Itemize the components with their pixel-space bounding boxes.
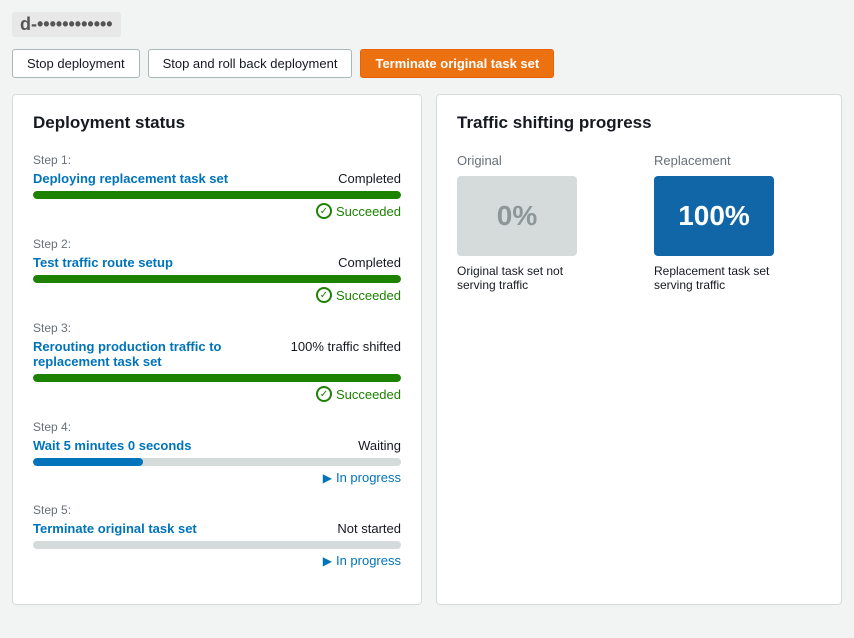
step-2-label: Step 2:: [33, 237, 401, 251]
step-2-check-icon: ✓: [316, 287, 332, 303]
step-5-result: ▶ In progress: [33, 553, 401, 568]
step-5-result-label: In progress: [336, 553, 401, 568]
original-panel-label: Original: [457, 153, 624, 168]
step-3-check-icon: ✓: [316, 386, 332, 402]
step-4-name: Wait 5 minutes 0 seconds: [33, 438, 191, 453]
step-3-block: Step 3: Rerouting production traffic to …: [33, 321, 401, 402]
step-2-progress-bar: [33, 275, 401, 283]
step-3-status: 100% traffic shifted: [291, 339, 401, 354]
step-1-result: ✓ Succeeded: [33, 203, 401, 219]
step-5-block: Step 5: Terminate original task set Not …: [33, 503, 401, 568]
traffic-panels: Original 0% Original task set not servin…: [457, 153, 821, 292]
original-traffic-box: 0%: [457, 176, 577, 256]
traffic-shifting-card: Traffic shifting progress Original 0% Or…: [436, 94, 842, 605]
step-5-name: Terminate original task set: [33, 521, 197, 536]
original-desc: Original task set not serving traffic: [457, 264, 587, 292]
page-title: d-••••••••••••: [12, 12, 121, 37]
step-3-label: Step 3:: [33, 321, 401, 335]
step-3-progress-bar: [33, 374, 401, 382]
replacement-desc: Replacement task set serving traffic: [654, 264, 784, 292]
terminate-task-set-button[interactable]: Terminate original task set: [360, 49, 554, 78]
original-pct: 0%: [497, 200, 537, 232]
step-1-block: Step 1: Deploying replacement task set C…: [33, 153, 401, 219]
step-1-check-icon: ✓: [316, 203, 332, 219]
step-1-label: Step 1:: [33, 153, 401, 167]
stop-deployment-button[interactable]: Stop deployment: [12, 49, 140, 78]
step-5-arrow-icon: ▶: [323, 554, 332, 568]
step-2-result-label: Succeeded: [336, 288, 401, 303]
step-2-status: Completed: [338, 255, 401, 270]
replacement-panel: Replacement 100% Replacement task set se…: [654, 153, 821, 292]
main-content: Deployment status Step 1: Deploying repl…: [12, 94, 842, 605]
step-5-label: Step 5:: [33, 503, 401, 517]
stop-rollback-button[interactable]: Stop and roll back deployment: [148, 49, 353, 78]
step-4-status: Waiting: [358, 438, 401, 453]
step-4-arrow-icon: ▶: [323, 471, 332, 485]
step-1-status: Completed: [338, 171, 401, 186]
step-1-progress-bar: [33, 191, 401, 199]
step-1-name: Deploying replacement task set: [33, 171, 228, 186]
step-1-result-label: Succeeded: [336, 204, 401, 219]
replacement-panel-label: Replacement: [654, 153, 821, 168]
step-2-block: Step 2: Test traffic route setup Complet…: [33, 237, 401, 303]
step-3-result-label: Succeeded: [336, 387, 401, 402]
traffic-shifting-title: Traffic shifting progress: [457, 113, 821, 133]
toolbar: Stop deployment Stop and roll back deplo…: [12, 49, 842, 78]
step-5-progress-bar: [33, 541, 401, 549]
replacement-pct: 100%: [678, 200, 750, 232]
step-2-name: Test traffic route setup: [33, 255, 173, 270]
deployment-status-title: Deployment status: [33, 113, 401, 133]
step-4-progress-bar: [33, 458, 401, 466]
step-4-label: Step 4:: [33, 420, 401, 434]
step-4-result-label: In progress: [336, 470, 401, 485]
step-4-block: Step 4: Wait 5 minutes 0 seconds Waiting…: [33, 420, 401, 485]
original-panel: Original 0% Original task set not servin…: [457, 153, 624, 292]
deployment-status-card: Deployment status Step 1: Deploying repl…: [12, 94, 422, 605]
step-3-result: ✓ Succeeded: [33, 386, 401, 402]
step-3-name: Rerouting production traffic to replacem…: [33, 339, 233, 369]
step-5-status: Not started: [337, 521, 401, 536]
step-4-result: ▶ In progress: [33, 470, 401, 485]
replacement-traffic-box: 100%: [654, 176, 774, 256]
step-2-result: ✓ Succeeded: [33, 287, 401, 303]
